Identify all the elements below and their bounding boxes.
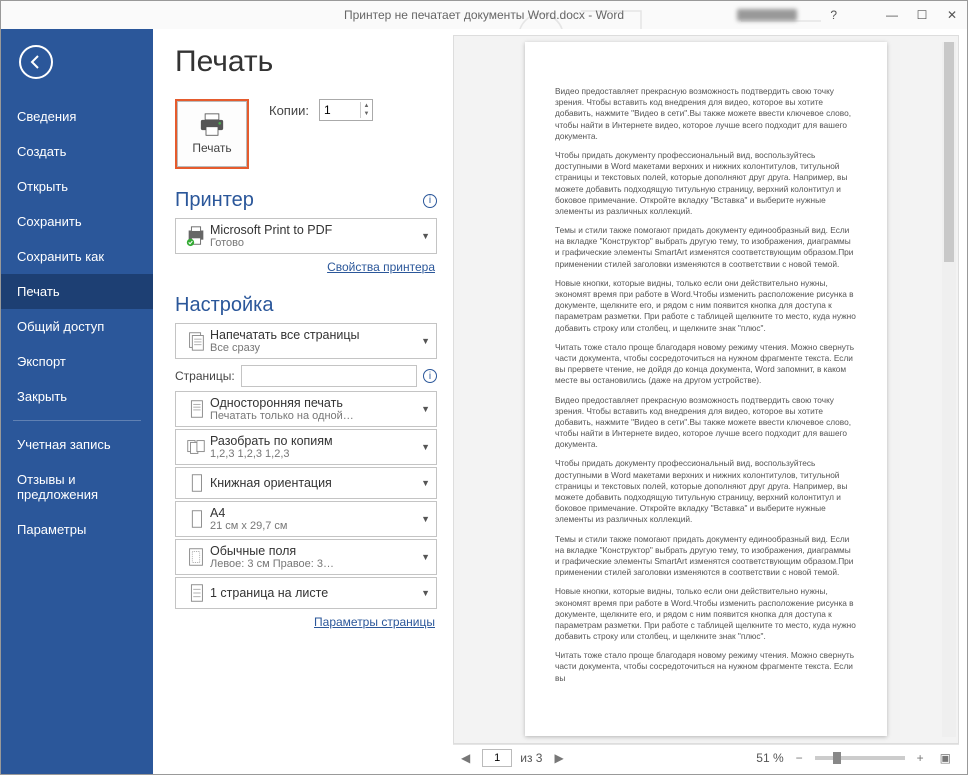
nav-close[interactable]: Закрыть	[1, 379, 153, 414]
print-preview: Видео предоставляет прекрасную возможнос…	[453, 35, 959, 744]
preview-page: Видео предоставляет прекрасную возможнос…	[525, 42, 887, 736]
next-page-button[interactable]: ▶	[550, 751, 567, 765]
spin-down-icon[interactable]: ▼	[361, 110, 372, 118]
preview-paragraph: Чтобы придать документу профессиональный…	[555, 458, 857, 525]
chevron-down-icon: ▼	[417, 442, 430, 452]
nav-save-as[interactable]: Сохранить как	[1, 239, 153, 274]
preview-paragraph: Чтобы придать документу профессиональный…	[555, 150, 857, 217]
settings-heading: Настройка	[175, 294, 273, 317]
collate-icon	[182, 436, 210, 458]
setting-paper-size[interactable]: A421 см x 29,7 см ▼	[175, 501, 437, 537]
zoom-out-button[interactable]: −	[792, 751, 807, 765]
preview-paragraph: Читать тоже стало проще благодаря новому…	[555, 650, 857, 684]
chevron-down-icon: ▼	[417, 231, 430, 241]
margins-icon	[182, 546, 210, 568]
preview-paragraph: Темы и стили также помогают придать доку…	[555, 225, 857, 270]
nav-new[interactable]: Создать	[1, 134, 153, 169]
nav-options[interactable]: Параметры	[1, 512, 153, 547]
printer-properties-link[interactable]: Свойства принтера	[327, 260, 435, 274]
one-sided-icon	[182, 398, 210, 420]
setting-pages-per-sheet[interactable]: 1 страница на листе ▼	[175, 577, 437, 609]
pages-input[interactable]	[241, 365, 417, 387]
chevron-down-icon: ▼	[417, 404, 430, 414]
vertical-scrollbar[interactable]	[942, 42, 956, 737]
page-total-label: из 3	[520, 751, 542, 765]
nav-save[interactable]: Сохранить	[1, 204, 153, 239]
title-bar: Принтер не печатает документы Word.docx …	[1, 1, 967, 29]
printer-name: Microsoft Print to PDF	[210, 223, 417, 237]
printer-dropdown[interactable]: Microsoft Print to PDF Готово ▼	[175, 218, 437, 254]
printer-heading: Принтер	[175, 189, 254, 212]
chevron-down-icon: ▼	[417, 514, 430, 524]
info-icon[interactable]: i	[423, 194, 437, 208]
preview-paragraph: Видео предоставляет прекрасную возможнос…	[555, 395, 857, 451]
zoom-label: 51 %	[756, 751, 783, 765]
nav-account[interactable]: Учетная запись	[1, 427, 153, 462]
arrow-left-icon	[28, 54, 44, 70]
nav-divider	[13, 420, 141, 421]
nav-info[interactable]: Сведения	[1, 99, 153, 134]
info-icon[interactable]: i	[423, 369, 437, 383]
one-per-sheet-icon	[182, 582, 210, 604]
chevron-down-icon: ▼	[417, 552, 430, 562]
chevron-down-icon: ▼	[417, 478, 430, 488]
window-title: Принтер не печатает документы Word.docx …	[1, 8, 967, 22]
printer-status: Готово	[210, 237, 417, 249]
print-button[interactable]: Печать	[175, 99, 249, 169]
preview-paragraph: Новые кнопки, которые видны, только если…	[555, 278, 857, 334]
setting-portrait[interactable]: Книжная ориентация ▼	[175, 467, 437, 499]
nav-export[interactable]: Экспорт	[1, 344, 153, 379]
copies-spinner[interactable]: ▲▼	[319, 99, 373, 121]
close-icon[interactable]: ✕	[937, 8, 967, 22]
copies-label: Копии:	[269, 103, 309, 118]
setting-one-sided[interactable]: Односторонняя печатьПечатать только на о…	[175, 391, 437, 427]
nav-share[interactable]: Общий доступ	[1, 309, 153, 344]
nav-print[interactable]: Печать	[1, 274, 153, 309]
chevron-down-icon: ▼	[417, 588, 430, 598]
maximize-icon[interactable]: ☐	[907, 8, 937, 22]
preview-paragraph: Новые кнопки, которые видны, только если…	[555, 586, 857, 642]
copies-input[interactable]	[320, 101, 360, 119]
page-title: Печать	[175, 45, 437, 79]
zoom-slider[interactable]	[815, 756, 905, 760]
chevron-down-icon: ▼	[417, 336, 430, 346]
user-name-blur	[737, 9, 797, 21]
printer-icon	[198, 113, 226, 137]
paper-size-icon	[182, 508, 210, 530]
setting-print-all[interactable]: Напечатать все страницыВсе сразу ▼	[175, 323, 437, 359]
setting-margins[interactable]: Обычные поляЛевое: 3 см Правое: 3… ▼	[175, 539, 437, 575]
preview-paragraph: Темы и стили также помогают придать доку…	[555, 534, 857, 579]
portrait-icon	[182, 472, 210, 494]
pages-label: Страницы:	[175, 369, 235, 383]
print-button-label: Печать	[192, 141, 231, 155]
backstage-sidebar: Сведения Создать Открыть Сохранить Сохра…	[1, 29, 153, 774]
zoom-in-button[interactable]: +	[913, 751, 928, 765]
nav-feedback[interactable]: Отзывы и предложения	[1, 462, 153, 512]
preview-paragraph: Читать тоже стало проще благодаря новому…	[555, 342, 857, 387]
setting-collate[interactable]: Разобрать по копиям1,2,3 1,2,3 1,2,3 ▼	[175, 429, 437, 465]
page-setup-link[interactable]: Параметры страницы	[314, 615, 435, 629]
pages-stack-icon	[182, 330, 210, 352]
printer-ready-icon	[182, 225, 210, 247]
nav-open[interactable]: Открыть	[1, 169, 153, 204]
spin-up-icon[interactable]: ▲	[361, 102, 372, 110]
prev-page-button[interactable]: ◀	[457, 751, 474, 765]
current-page-input[interactable]	[482, 749, 512, 767]
back-button[interactable]	[19, 45, 53, 79]
help-icon[interactable]: ?	[830, 8, 837, 22]
preview-paragraph: Видео предоставляет прекрасную возможнос…	[555, 86, 857, 142]
minimize-icon[interactable]: —	[877, 8, 907, 22]
fit-page-button[interactable]: ▣	[936, 751, 955, 765]
